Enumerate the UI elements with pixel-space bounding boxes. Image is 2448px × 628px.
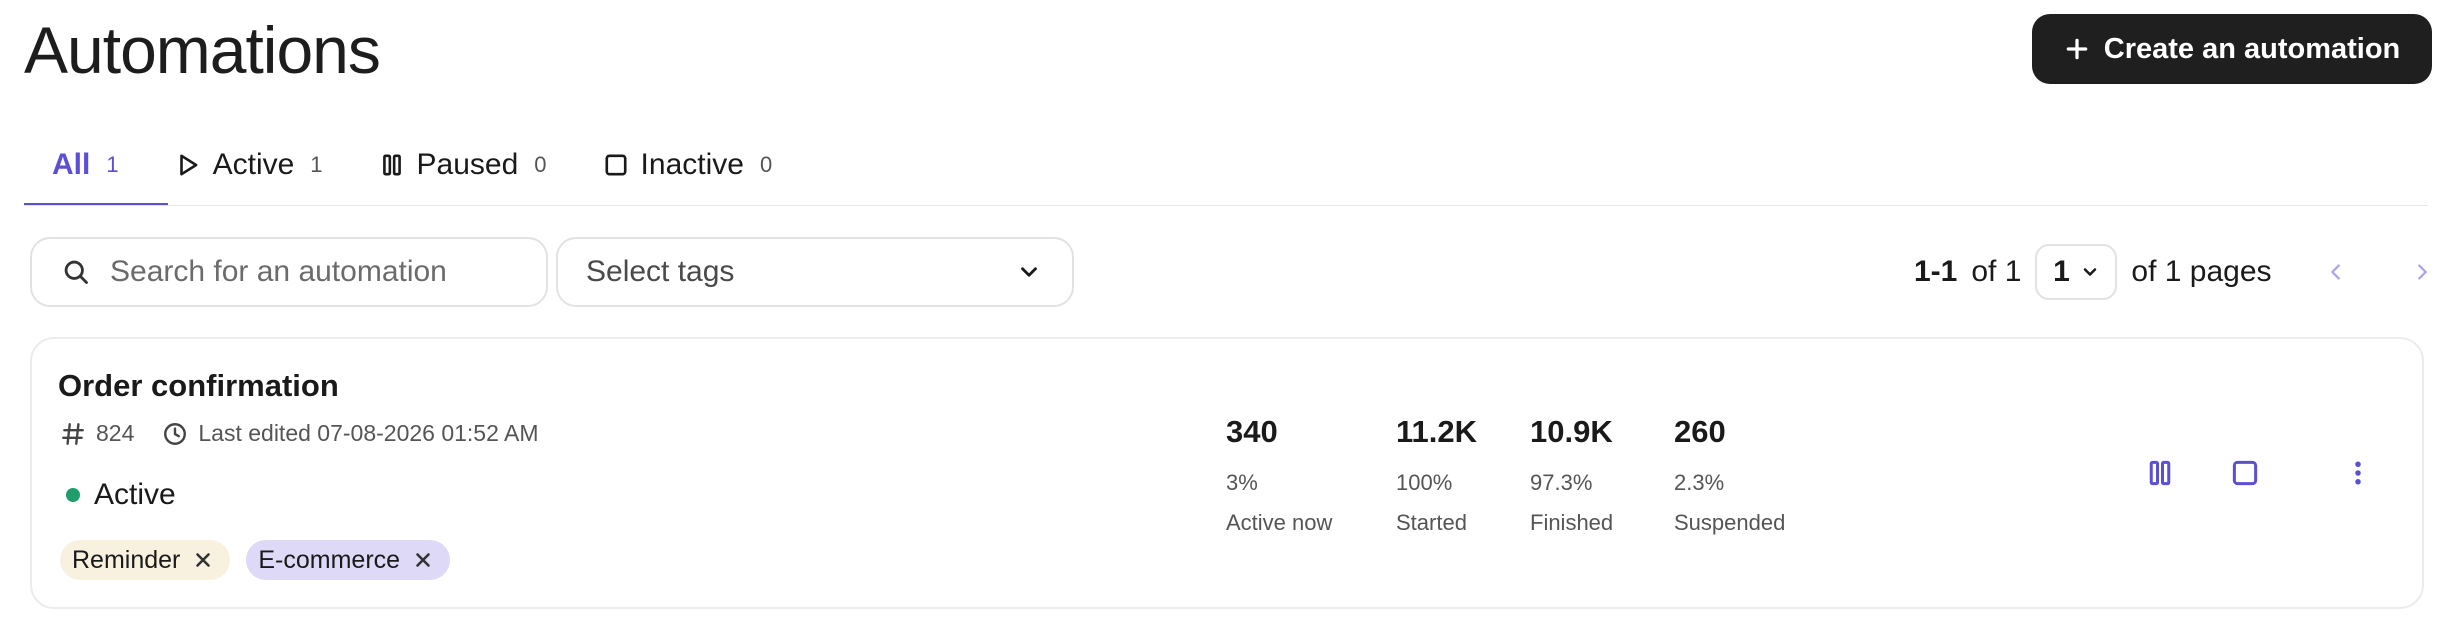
tag-chip-label: E-commerce: [258, 545, 401, 574]
tag-chip-label: Reminder: [72, 545, 181, 574]
tag-chip-ecommerce: E-commerce: [246, 540, 451, 580]
page-number-select[interactable]: 1: [2035, 244, 2118, 300]
current-page: 1: [2053, 255, 2070, 288]
play-icon: [179, 154, 198, 176]
pause-automation-button[interactable]: [2136, 449, 2184, 497]
stop-automation-button[interactable]: [2221, 449, 2269, 497]
stat-percent: 100%: [1396, 470, 1453, 495]
chevron-left-icon: [2330, 264, 2340, 280]
hash-icon: [62, 422, 84, 445]
tab-paused[interactable]: Paused 0: [351, 124, 575, 206]
tags-select[interactable]: Select tags: [556, 237, 1074, 307]
plus-icon: [2066, 38, 2088, 60]
stat-value: 340: [1226, 414, 1278, 449]
stat-percent: 2.3%: [1674, 470, 1725, 495]
tabs-divider: [24, 205, 2428, 206]
chevron-right-icon: [2417, 264, 2427, 280]
stat-value: 10.9K: [1530, 414, 1613, 449]
tab-paused-label: Paused: [416, 148, 519, 181]
stat-suspended: 260 2.3% Suspended: [1674, 410, 1785, 536]
tab-active[interactable]: Active 1: [147, 124, 351, 206]
tab-inactive[interactable]: Inactive 0: [575, 124, 801, 206]
page-title: Automations: [24, 13, 381, 87]
next-page-button[interactable]: [2402, 252, 2442, 292]
stat-active-now: 340 3% Active now: [1226, 410, 1332, 536]
status-label: Active: [94, 478, 176, 511]
chevron-down-icon: [1021, 267, 1037, 277]
prev-page-button[interactable]: [2316, 252, 2356, 292]
automation-name[interactable]: Order confirmation: [58, 368, 339, 404]
pagination: 1-1 of 1 1 of 1 pages: [1914, 244, 2442, 300]
close-icon[interactable]: [192, 549, 214, 571]
search-box: [30, 237, 548, 307]
search-input[interactable]: [108, 254, 532, 290]
clock-icon: [164, 422, 187, 445]
status-tabs: All 1 Active 1 Paused 0 Inactive 0: [24, 124, 800, 206]
pause-icon: [2149, 460, 2171, 486]
stat-value: 11.2K: [1396, 414, 1478, 449]
search-icon: [64, 260, 88, 284]
tab-all-label: All: [52, 148, 91, 181]
stat-percent: 97.3%: [1530, 470, 1593, 495]
pagination-pages: of 1 pages: [2131, 255, 2272, 288]
status-dot: [66, 488, 80, 502]
tab-all-count: 1: [106, 152, 119, 177]
more-vertical-icon: [2355, 461, 2361, 485]
chevron-down-icon: [2083, 268, 2096, 276]
stat-percent: 3%: [1226, 470, 1258, 495]
stat-started: 11.2K 100% Started: [1396, 410, 1477, 536]
last-edited: Last edited 07-08-2026 01:52 AM: [198, 420, 539, 446]
tag-chips: Reminder E-commerce: [60, 540, 451, 580]
tab-inactive-label: Inactive: [640, 148, 744, 181]
stat-label: Started: [1396, 510, 1467, 535]
automation-id: 824: [96, 420, 135, 446]
tab-all[interactable]: All 1: [24, 124, 147, 206]
stat-label: Finished: [1530, 510, 1614, 535]
tab-inactive-count: 0: [759, 152, 773, 177]
automation-status: Active: [66, 478, 176, 512]
pagination-range: 1-1: [1914, 255, 1958, 288]
stat-finished: 10.9K 97.3% Finished: [1530, 410, 1613, 536]
stop-icon: [2232, 460, 2258, 486]
create-automation-button[interactable]: Create an automation: [2032, 14, 2432, 84]
more-options-button[interactable]: [2334, 449, 2382, 497]
tab-active-label: Active: [212, 148, 295, 181]
stat-label: Active now: [1226, 510, 1333, 535]
pagination-total: of 1: [1971, 255, 2022, 288]
tab-active-count: 1: [310, 152, 323, 177]
tag-chip-reminder: Reminder: [60, 540, 231, 580]
pause-icon: [382, 154, 401, 176]
automation-meta: 824 Last edited 07-08-2026 01:52 AM: [60, 420, 539, 447]
tab-paused-count: 0: [534, 152, 547, 177]
create-automation-label: Create an automation: [2103, 32, 2401, 65]
stat-label: Suspended: [1674, 510, 1786, 535]
stat-value: 260: [1674, 414, 1726, 449]
tags-select-placeholder: Select tags: [586, 255, 735, 288]
close-icon[interactable]: [412, 549, 434, 571]
stop-icon: [605, 154, 627, 176]
